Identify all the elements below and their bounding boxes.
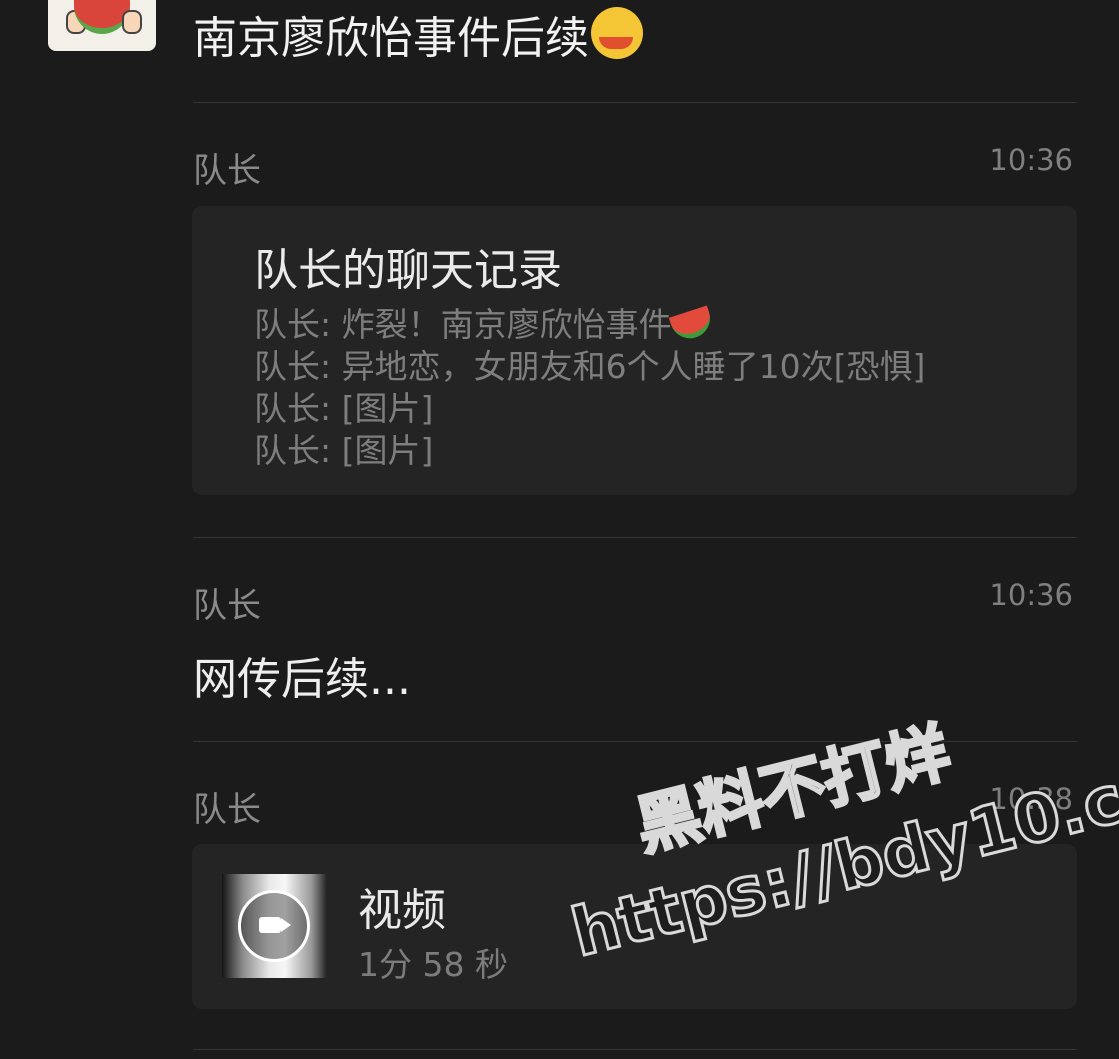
- video-card[interactable]: 视频 1分 58 秒: [192, 844, 1077, 1009]
- video-play-icon[interactable]: [238, 890, 310, 962]
- message-time: 10:36: [989, 143, 1073, 177]
- sender-name: 队长: [193, 790, 261, 830]
- chat-record-line: 队长: [图片]: [254, 431, 434, 470]
- chat-record-lines: 队长: 炸裂！南京廖欣怡事件 队长: 异地恋，女朋友和6个人睡了10次[恐惧] …: [254, 304, 925, 472]
- chat-record-title: 队长的聊天记录: [254, 245, 562, 296]
- video-duration: 1分 58 秒: [358, 945, 508, 984]
- chat-record-line: 队长: 异地恋，女朋友和6个人睡了10次[恐惧]: [254, 347, 926, 386]
- sender-name: 队长: [193, 151, 261, 191]
- chat-title-text: 南京廖欣怡事件后续: [193, 13, 589, 64]
- message-text[interactable]: 网传后续...: [193, 643, 411, 707]
- message-time: 10:38: [989, 782, 1073, 816]
- chat-title: 南京廖欣怡事件后续: [193, 2, 643, 66]
- group-avatar[interactable]: [48, 0, 156, 51]
- watermelon-emoji-icon: [668, 305, 715, 344]
- chat-record-card[interactable]: 队长的聊天记录 队长: 炸裂！南京廖欣怡事件 队长: 异地恋，女朋友和6个人睡了…: [192, 206, 1077, 495]
- divider: [193, 741, 1077, 742]
- watermark-text: 黑料不打烊: [628, 714, 959, 866]
- divider: [193, 1049, 1077, 1050]
- message-time: 10:36: [989, 578, 1073, 612]
- chat-record-line: 队长: [图片]: [254, 389, 434, 428]
- video-thumbnail[interactable]: [222, 874, 327, 978]
- divider: [193, 102, 1077, 103]
- hand-icon: [122, 10, 142, 34]
- camera-icon: [259, 917, 291, 933]
- face-emoji-icon: [591, 7, 643, 59]
- divider: [193, 537, 1077, 538]
- chat-record-line: 队长: 炸裂！南京廖欣怡事件: [254, 304, 925, 346]
- sender-name: 队长: [193, 586, 261, 626]
- video-label: 视频: [358, 885, 446, 936]
